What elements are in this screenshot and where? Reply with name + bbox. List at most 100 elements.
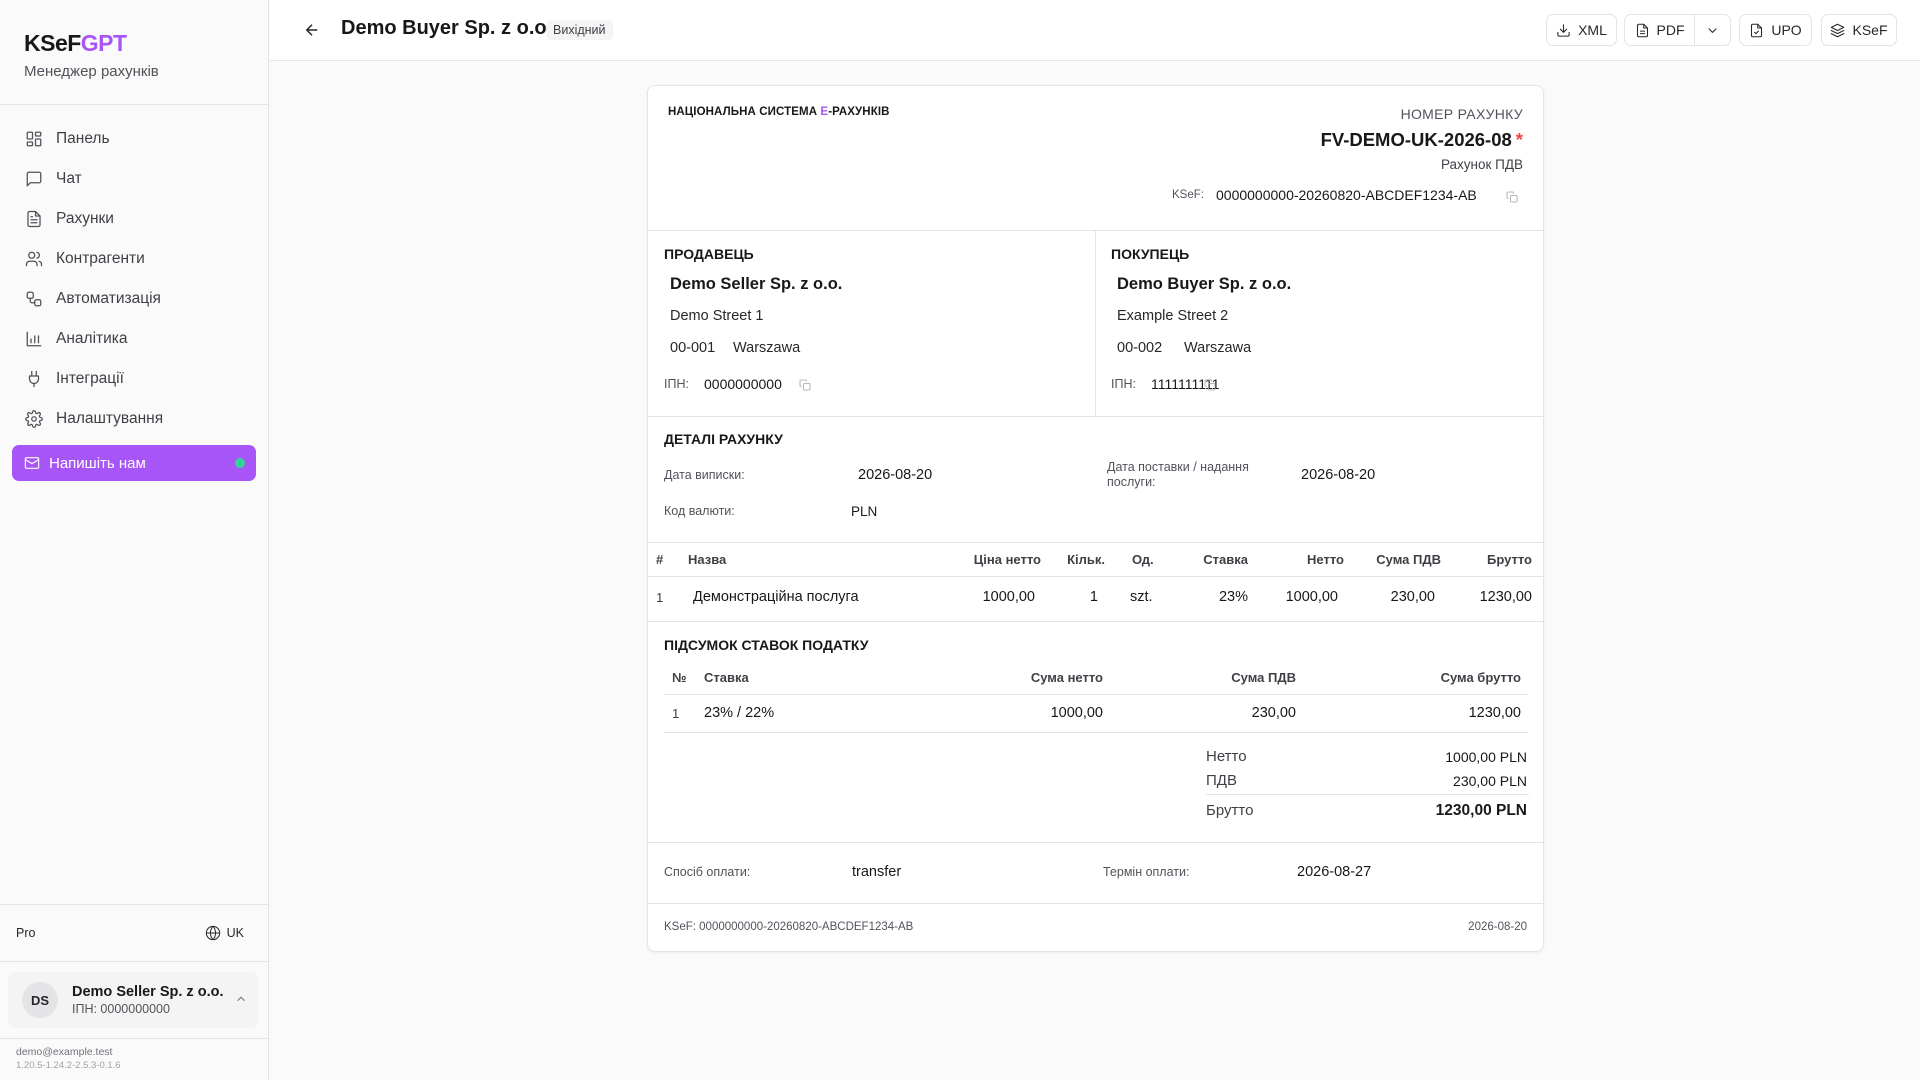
copy-icon[interactable] [799,379,811,391]
tax-col-gross: Сума брутто [1440,670,1521,685]
copy-icon[interactable] [1506,191,1518,203]
divider [648,416,1543,417]
brand-accent: GPT [80,30,127,56]
seller-postal: 00-001 [670,340,716,356]
sidebar-item-label: Автоматизація [56,290,161,307]
footer-ksef-number: KSeF: 0000000000-20260820-ABCDEF1234-AB [664,921,914,933]
sidebar-item-label: Налаштування [56,410,164,427]
layers-icon [1831,23,1845,37]
back-arrow-icon[interactable] [303,21,321,39]
brand-logo[interactable]: KSeFGPT [24,30,244,57]
divider [648,576,1543,577]
total-net-label: Нетто [1206,748,1247,765]
divider [648,903,1543,904]
open-ksef-button[interactable]: KSeF [1821,14,1897,46]
tax-row-net: 1000,00 [1050,705,1103,721]
plan-row: Pro UK [16,925,244,941]
page-header: Demo Buyer Sp. z o.o. Вихідний XML PDF U… [270,0,1920,61]
contact-us-button[interactable]: Напишіть нам [12,445,256,481]
item-vat: 230,00 [1390,589,1435,605]
upo-label: UPO [1771,22,1802,38]
dashboard-icon [24,129,44,149]
pdf-options-dropdown[interactable] [1695,15,1730,45]
download-upo-button[interactable]: UPO [1739,14,1812,46]
brand-subtitle: Менеджер рахунків [24,63,159,80]
gear-icon [24,409,44,429]
user-email: demo@example.test [16,1046,113,1058]
user-menu[interactable]: DS Demo Seller Sp. z o.o. ІПН: 000000000… [8,972,258,1028]
download-xml-button[interactable]: XML [1546,14,1617,46]
item-gross: 1230,00 [1479,589,1532,605]
issue-date: 2026-08-20 [858,467,933,483]
sidebar-item-label: Чат [56,170,82,187]
seller-city: Warszawa [733,340,801,356]
item-rate: 23% [1218,589,1248,605]
sidebar-item-label: Контрагенти [56,250,145,267]
seller-name: Demo Seller Sp. z o.o. [670,275,843,293]
tax-summary-heading: ПІДСУМОК СТАВОК ПОДАТКУ [664,637,869,653]
contact-us-label: Напишіть нам [49,454,146,472]
delivery-date-label-line: послуги: [1107,475,1156,489]
tax-col-rate: Ставка [704,670,749,685]
language-switcher[interactable]: UK [205,925,244,941]
item-quantity: 1 [1089,589,1098,605]
buyer-city: Warszawa [1184,340,1252,356]
currency-code: PLN [851,504,878,519]
mail-icon [24,457,40,469]
delivery-date-label: Дата поставки / надання послуги: [1107,460,1249,490]
items-col-rate: Ставка [1203,552,1248,567]
copy-icon[interactable] [1204,379,1216,391]
ksef-label: KSeF [1852,22,1888,38]
buyer-street: Example Street 2 [1117,308,1229,324]
details-heading: ДЕТАЛІ РАХУНКУ [664,431,783,447]
page-title: Demo Buyer Sp. z o.o. [341,17,553,39]
pdf-label: PDF [1656,22,1685,38]
divider [648,842,1543,843]
sidebar-item-invoices[interactable]: Рахунки [0,199,268,239]
item-name: Демонстраційна послуга [693,589,859,605]
seller-nip: 0000000000 [704,376,782,392]
ksef-number-label: KSeF: [1172,189,1204,201]
divider [664,694,1528,695]
items-col-name: Назва [688,552,727,567]
sidebar-item-automation[interactable]: Автоматизація [0,279,268,319]
table-row: 1 23% / 22% 1000,00 230,00 1230,00 [648,705,1545,727]
tax-col-number: № [672,670,687,685]
seller-street: Demo Street 1 [670,308,764,324]
total-vat-label: ПДВ [1206,772,1237,789]
invoice-number: FV-DEMO-UK-2026-08 * [1321,129,1523,151]
sidebar-nav: Панель Чат Рахунки Контрагенти Автоматиз… [0,105,268,439]
delivery-date-label-line: Дата поставки / надання [1107,460,1249,474]
items-col-number: # [656,552,664,567]
invoice-type: Рахунок ПДВ [1440,157,1523,172]
sidebar-item-analytics[interactable]: Аналітика [0,319,268,359]
tax-col-vat: Сума ПДВ [1231,670,1296,685]
items-col-gross: Брутто [1486,552,1532,567]
sidebar-item-dashboard[interactable]: Панель [0,119,268,159]
buyer-postal: 00-002 [1117,340,1163,356]
total-net: 1000,00 PLN [1445,749,1527,765]
tax-col-net: Сума нетто [1030,670,1103,685]
payment-due: 2026-08-27 [1297,864,1372,880]
sidebar-item-contractors[interactable]: Контрагенти [0,239,268,279]
divider [1206,794,1529,795]
xml-label: XML [1578,22,1607,38]
total-vat: 230,00 PLN [1453,773,1527,789]
divider [0,904,269,905]
items-col-net-price: Ціна нетто [973,552,1041,567]
tax-row-rate: 23% / 22% [704,705,775,721]
direction-badge: Вихідний [546,20,613,40]
sidebar-item-label: Аналітика [56,330,128,347]
brand: KSeFGPT Менеджер рахунків [0,0,268,105]
sidebar-item-integrations[interactable]: Інтеграції [0,359,268,399]
item-net: 1000,00 [1285,589,1338,605]
sidebar-item-label: Рахунки [56,210,114,227]
sidebar-item-settings[interactable]: Налаштування [0,399,268,439]
plug-icon [24,369,44,389]
issue-date-label: Дата виписки: [664,468,745,482]
item-net-price: 1000,00 [982,589,1035,605]
total-gross-label: Брутто [1206,802,1254,819]
sidebar-item-chat[interactable]: Чат [0,159,268,199]
download-pdf-button[interactable]: PDF [1625,15,1695,45]
users-icon [24,249,44,269]
